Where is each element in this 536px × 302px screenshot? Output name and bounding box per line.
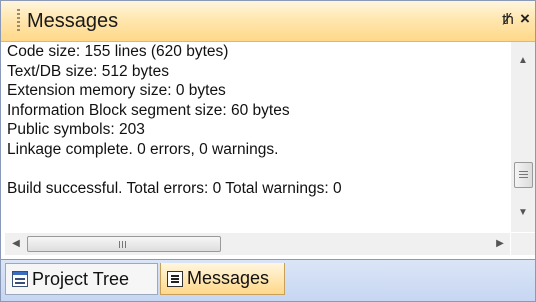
close-icon[interactable]: × <box>517 9 533 29</box>
vertical-scrollbar[interactable]: ▲ ▼ <box>511 42 535 232</box>
panel-title: Messages <box>27 10 119 32</box>
message-line-blank <box>5 159 510 179</box>
messages-panel: Messages ᵺ × Code size: 155 lines (620 b… <box>0 0 536 302</box>
panel-titlebar[interactable]: Messages ᵺ × <box>1 1 535 42</box>
message-line: Information Block segment size: 60 bytes <box>7 101 290 119</box>
scroll-down-arrow-icon[interactable]: ▼ <box>511 204 535 222</box>
tab-messages[interactable]: Messages <box>160 263 285 295</box>
tab-project-tree[interactable]: Project Tree <box>5 263 158 295</box>
message-line: Code size: 155 lines (620 bytes) <box>7 43 229 60</box>
horizontal-scrollbar[interactable]: ◀ ▶ <box>5 233 510 255</box>
message-line: Extension memory size: 0 bytes <box>7 82 226 99</box>
messages-output[interactable]: Code size: 155 lines (620 bytes) Text/DB… <box>5 42 510 232</box>
message-line: Public symbols: 203 <box>7 121 145 138</box>
tab-label: Messages <box>187 268 270 288</box>
drag-grip-icon[interactable] <box>17 9 20 33</box>
horizontal-scroll-thumb[interactable] <box>27 236 221 252</box>
scrollbar-corner <box>511 233 535 255</box>
message-line: Linkage complete. 0 errors, 0 warnings. <box>7 140 279 158</box>
tab-strip: Project Tree Messages <box>1 259 535 301</box>
pin-icon[interactable]: ᵺ <box>501 10 515 30</box>
project-tree-icon <box>12 271 28 287</box>
messages-icon <box>167 270 183 287</box>
message-line: Build successful. Total errors: 0 Total … <box>7 179 342 197</box>
vertical-scroll-thumb[interactable] <box>514 162 533 188</box>
scroll-right-arrow-icon[interactable]: ▶ <box>491 233 509 255</box>
message-line: Text/DB size: 512 bytes <box>7 62 169 80</box>
scroll-left-arrow-icon[interactable]: ◀ <box>7 233 25 255</box>
tab-label: Project Tree <box>32 268 130 289</box>
scroll-up-arrow-icon[interactable]: ▲ <box>511 52 535 70</box>
